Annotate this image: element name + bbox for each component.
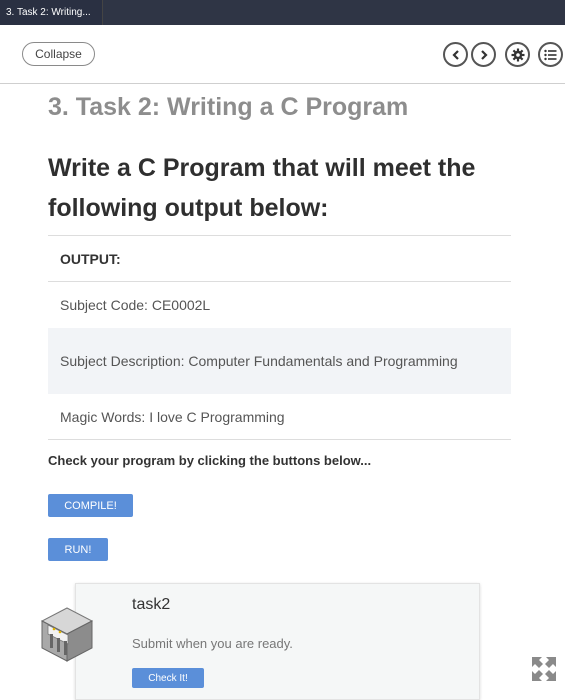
page-title: Write a C Program that will meet the fol… (48, 154, 476, 222)
expand-icon[interactable] (531, 656, 557, 682)
run-button[interactable]: RUN! (48, 538, 108, 561)
table-row: Magic Words: I love C Programming (48, 394, 511, 440)
list-icon[interactable] (538, 42, 563, 67)
table-header: OUTPUT: (48, 236, 511, 282)
check-it-button[interactable]: Check It! (132, 668, 204, 688)
table-row: Subject Description: Computer Fundamenta… (48, 328, 511, 394)
gear-icon[interactable] (505, 42, 530, 67)
collapse-button[interactable]: Collapse (22, 42, 95, 66)
toolbar: Collapse (0, 25, 565, 84)
tab-title[interactable]: 3. Task 2: Writing... (0, 0, 103, 25)
chevron-right-icon[interactable] (471, 42, 496, 67)
page-subtitle: 3. Task 2: Writing a C Program (48, 93, 409, 121)
lesson-content: 3. Task 2: Writing a C Program Write a C… (48, 84, 511, 440)
check-instructions: Check your program by clicking the butto… (48, 453, 372, 468)
task-title: task2 (132, 596, 171, 613)
task-icon (38, 604, 96, 664)
task-card: task2 Submit when you are ready. Check I… (75, 583, 480, 700)
table-row: Subject Code: CE0002L (60, 297, 211, 313)
output-table: OUTPUT: Subject Code: CE0002L Subject De… (48, 235, 511, 440)
task-instructions: Submit when you are ready. (132, 636, 293, 651)
compile-button[interactable]: COMPILE! (48, 494, 133, 517)
chevron-left-icon[interactable] (443, 42, 468, 67)
top-bar: 3. Task 2: Writing... (0, 0, 565, 25)
